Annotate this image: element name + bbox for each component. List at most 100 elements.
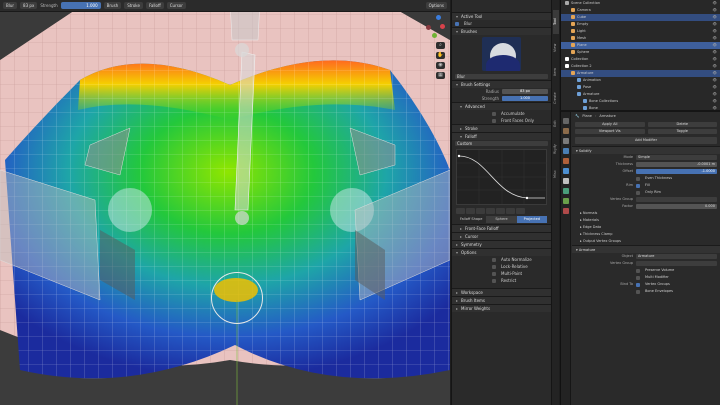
outliner-row[interactable]: Collection 2 👁 — [561, 63, 720, 70]
curve-preset-sharp[interactable] — [486, 208, 495, 214]
armature-object-field[interactable]: Armature — [636, 254, 717, 259]
mode-dropdown[interactable]: Simple — [636, 155, 717, 160]
ortho-grid-icon[interactable]: ▦ — [436, 72, 445, 79]
brush-settings-header[interactable]: ▾ Brush Settings — [452, 80, 551, 88]
auto-normalize-checkbox[interactable] — [492, 257, 496, 262]
strength-slider[interactable]: 1.000 — [60, 2, 101, 9]
falloff-projected-button[interactable]: Projected — [516, 216, 547, 223]
only-rim-checkbox[interactable] — [636, 190, 640, 195]
radius-field[interactable]: 83 px — [20, 2, 38, 9]
options-menu[interactable]: Options — [425, 2, 447, 9]
falloff-curve-editor[interactable] — [456, 149, 547, 205]
tab-create[interactable]: Create — [553, 86, 559, 110]
visibility-eye-icon[interactable]: 👁 — [713, 77, 717, 84]
3d-viewport[interactable]: Blur 83 px Strength 1.000 Brush Stroke F… — [0, 0, 450, 405]
particles-tab-icon[interactable] — [563, 178, 569, 184]
tab-item[interactable]: Item — [553, 62, 559, 82]
outliner-row[interactable]: Collection 👁 — [561, 56, 720, 63]
tab-edit[interactable]: Edit — [553, 114, 559, 134]
brush-preview[interactable] — [482, 37, 521, 71]
curve-preset-max[interactable] — [516, 208, 525, 214]
visibility-eye-icon[interactable]: 👁 — [713, 14, 717, 21]
brush-items-header[interactable]: ▸ Brush Items — [452, 296, 551, 304]
bind-envelopes-checkbox[interactable] — [636, 289, 640, 294]
visibility-eye-icon[interactable]: 👁 — [713, 84, 717, 91]
z-axis-icon[interactable] — [436, 15, 441, 20]
outliner-row[interactable]: Scene Collection 👁 — [561, 0, 720, 7]
visibility-eye-icon[interactable]: 👁 — [713, 63, 717, 70]
rim-fill-checkbox[interactable] — [636, 183, 640, 188]
brush-name-field[interactable]: Blur — [455, 74, 548, 79]
outliner-row[interactable]: Camera 👁 — [561, 7, 720, 14]
object-tab-icon[interactable] — [563, 158, 569, 164]
front-face-falloff-header[interactable]: ▸ Front-Face Falloff — [452, 224, 551, 232]
visibility-eye-icon[interactable]: 👁 — [713, 56, 717, 63]
zoom-icon[interactable]: ⌕ — [436, 42, 445, 49]
delete-all-button[interactable]: Delete — [647, 122, 717, 127]
falloff-header[interactable]: ▾ Falloff — [452, 132, 551, 140]
restrict-checkbox[interactable] — [492, 278, 496, 283]
data-tab-icon[interactable] — [563, 198, 569, 204]
outliner-row[interactable]: Bone Collections 👁 — [561, 98, 720, 105]
tool-tab-icon[interactable] — [563, 118, 569, 124]
render-tab-icon[interactable] — [563, 128, 569, 134]
curve-preset-sphere[interactable] — [466, 208, 475, 214]
visibility-eye-icon[interactable]: 👁 — [713, 49, 717, 56]
y-axis-icon[interactable] — [432, 33, 437, 38]
stroke-menu[interactable]: Stroke — [124, 2, 143, 9]
curve-preset-linear[interactable] — [496, 208, 505, 214]
apply-all-button[interactable]: Apply All — [575, 122, 645, 127]
outliner-row[interactable]: Cube 👁 — [561, 14, 720, 21]
outliner-row[interactable]: Plane 👁 — [561, 42, 720, 49]
outliner-row[interactable]: Mesh 👁 — [561, 35, 720, 42]
tab-rigify[interactable]: Rigify — [553, 138, 559, 160]
stroke-header[interactable]: ▸ Stroke — [452, 124, 551, 132]
add-modifier-button[interactable]: Add Modifier — [575, 137, 717, 144]
physics-tab-icon[interactable] — [563, 188, 569, 194]
armature-modifier-header[interactable]: ▾ Armature — [572, 245, 720, 253]
viewport-vis-button[interactable]: Viewport Vis — [575, 129, 645, 134]
pan-hand-icon[interactable]: ✋ — [436, 52, 445, 59]
x-axis-icon[interactable] — [440, 24, 445, 29]
vertex-group-field[interactable] — [636, 197, 717, 202]
falloff-sphere-button[interactable]: Sphere — [486, 216, 517, 223]
visibility-eye-icon[interactable]: 👁 — [713, 42, 717, 49]
camera-view-icon[interactable]: ◉ — [436, 62, 445, 69]
visibility-eye-icon[interactable]: 👁 — [713, 98, 717, 105]
outliner-row[interactable]: Sphere 👁 — [561, 49, 720, 56]
factor-field[interactable]: 0.000 — [636, 204, 717, 209]
cursor-header[interactable]: ▸ Cursor — [452, 232, 551, 240]
advanced-header[interactable]: ▾ Advanced — [452, 102, 551, 110]
tab-misc[interactable]: Misc — [553, 164, 559, 184]
outliner[interactable]: Scene Collection 👁 Camera 👁 Cube 👁 Empty 👁 Light… — [560, 0, 720, 110]
solidify-modifier-header[interactable]: ▾ Solidify — [572, 146, 720, 154]
active-tool-header[interactable]: ▾ Active Tool — [452, 12, 551, 20]
outliner-row[interactable]: Armature 👁 — [561, 70, 720, 77]
mode-dropdown[interactable]: Blur — [3, 2, 18, 9]
armature-vgroup-field[interactable] — [636, 261, 717, 266]
visibility-eye-icon[interactable]: 👁 — [713, 7, 717, 14]
curve-preset-root[interactable] — [476, 208, 485, 214]
preserve-volume-checkbox[interactable] — [636, 268, 640, 273]
visibility-eye-icon[interactable]: 👁 — [713, 70, 717, 77]
multi-paint-checkbox[interactable] — [492, 271, 496, 276]
scene-tab-icon[interactable] — [563, 148, 569, 154]
tab-view[interactable]: View — [553, 38, 559, 58]
front-faces-checkbox[interactable] — [492, 118, 496, 123]
symmetry-header[interactable]: ▸ Symmetry — [452, 240, 551, 248]
thickness-clamp-subpanel[interactable]: ▸ Thickness Clamp — [572, 231, 720, 238]
strength-slider-panel[interactable]: 1.000 — [502, 96, 548, 101]
bind-vgroups-checkbox[interactable] — [636, 282, 640, 287]
curve-preset-constant[interactable] — [506, 208, 515, 214]
falloff-menu[interactable]: Falloff — [145, 2, 164, 9]
even-thickness-checkbox[interactable] — [636, 176, 640, 181]
radius-slider[interactable]: 83 px — [502, 89, 548, 94]
curve-preset-smooth[interactable] — [456, 208, 465, 214]
accumulate-checkbox[interactable] — [492, 111, 496, 116]
outliner-row[interactable]: Empty 👁 — [561, 21, 720, 28]
options-header[interactable]: ▾ Options — [452, 248, 551, 256]
output-vgroups-subpanel[interactable]: ▸ Output Vertex Groups — [572, 238, 720, 245]
outliner-row[interactable]: Light 👁 — [561, 28, 720, 35]
offset-slider[interactable]: -1.0000 — [636, 169, 717, 174]
visibility-eye-icon[interactable]: 👁 — [713, 0, 717, 7]
